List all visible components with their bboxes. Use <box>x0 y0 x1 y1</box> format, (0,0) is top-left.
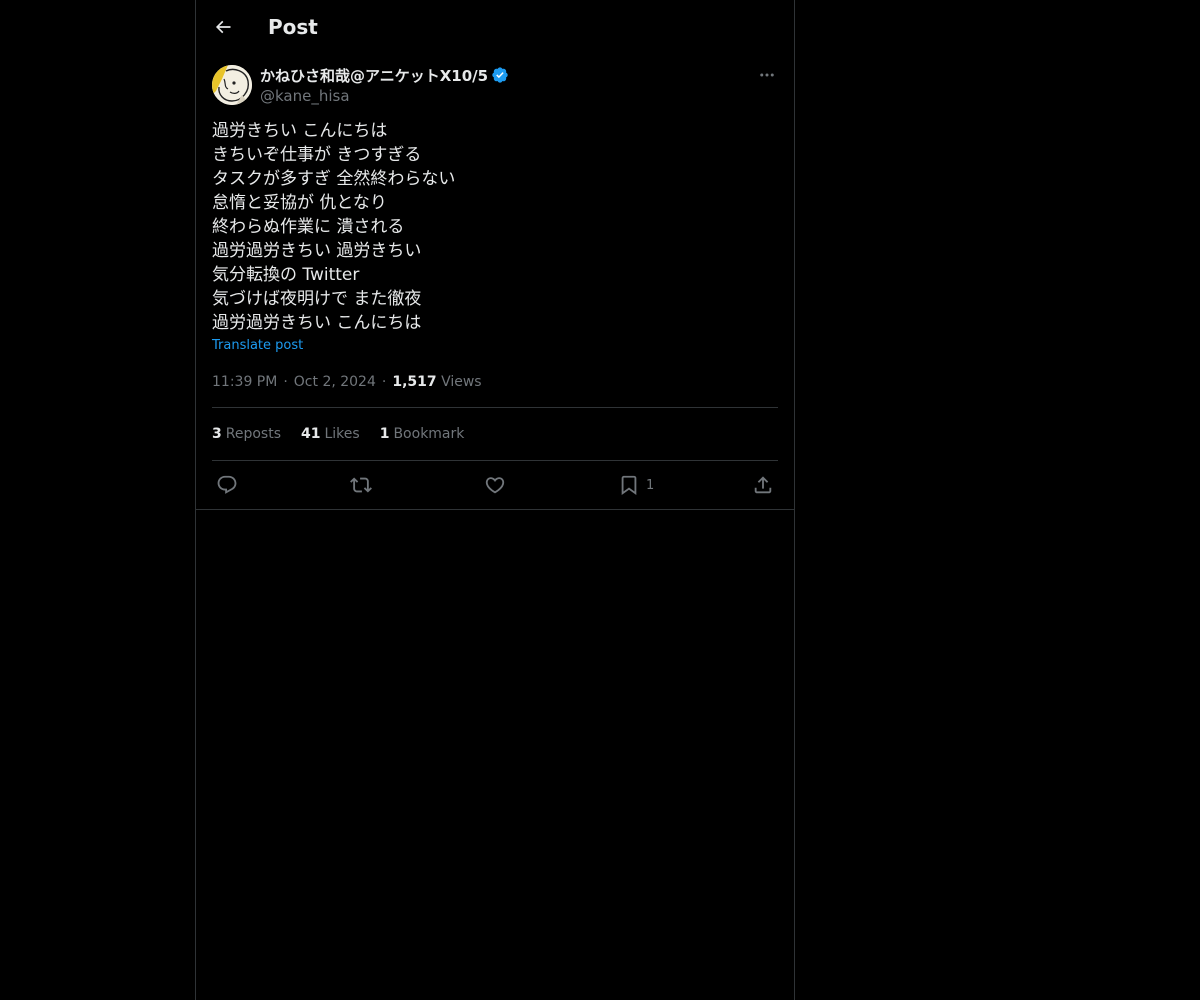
page-title: Post <box>268 15 318 39</box>
post-line: 怠惰と妥協が 仇となり <box>212 193 387 213</box>
share-button[interactable] <box>752 473 774 497</box>
bookmark-icon <box>621 475 637 496</box>
avatar-image <box>212 65 252 105</box>
avatar[interactable] <box>212 65 252 105</box>
like-button[interactable] <box>484 473 506 497</box>
post-line: 気分転換の Twitter <box>212 265 360 285</box>
bookmarks-label: Bookmark <box>393 426 465 442</box>
bookmarks-count: 1 <box>379 426 390 442</box>
meta-separator: · <box>283 374 288 390</box>
post-line: 過労過労きちい 過労きちい <box>212 241 422 261</box>
post-stats: 3 Reposts 41 Likes 1 Bookmark <box>212 408 778 460</box>
action-bar: 1 <box>212 461 778 509</box>
post-line: 気づけば夜明けで また徹夜 <box>212 289 422 309</box>
translate-post-link[interactable]: Translate post <box>212 338 778 354</box>
author-row: かねひさ和哉@アニケットX10/5 @kane_hisa <box>212 64 778 108</box>
views-count: 1,517 <box>392 374 437 390</box>
likes-label: Likes <box>324 426 360 442</box>
post-text: 過労きちい こんにちは きちいぞ仕事が きつすぎる タスクが多すぎ 全然終わらな… <box>212 119 778 335</box>
post-meta: 11:39 PM · Oct 2, 2024 · 1,517 Views <box>212 372 778 392</box>
reposts-count: 3 <box>212 426 222 442</box>
verified-badge-icon[interactable] <box>491 66 509 84</box>
post-line: タスクが多すぎ 全然終わらない <box>212 169 456 189</box>
bookmark-count: 1 <box>646 477 655 493</box>
post-time[interactable]: 11:39 PM <box>212 374 277 390</box>
page-header: Post <box>196 0 794 53</box>
post-line: 過労過労きちい こんにちは <box>212 313 422 333</box>
bookmarks-stat[interactable]: 1 Bookmark <box>380 426 465 442</box>
back-button[interactable] <box>206 10 240 44</box>
author-names: かねひさ和哉@アニケットX10/5 @kane_hisa <box>260 64 509 106</box>
likes-stat[interactable]: 41 Likes <box>301 426 360 442</box>
arrow-left-icon <box>215 20 231 34</box>
reply-button[interactable] <box>216 473 238 497</box>
repost-button[interactable] <box>350 473 372 497</box>
reposts-label: Reposts <box>225 426 281 442</box>
display-name-row: かねひさ和哉@アニケットX10/5 <box>260 64 509 86</box>
post-line: 終わらぬ作業に 潰される <box>212 217 405 237</box>
views-label: Views <box>441 374 482 390</box>
reposts-stat[interactable]: 3 Reposts <box>212 426 281 442</box>
more-options-button[interactable] <box>756 64 778 86</box>
post-date[interactable]: Oct 2, 2024 <box>294 374 376 390</box>
share-icon <box>754 476 772 494</box>
repost-icon <box>350 477 372 493</box>
reply-icon <box>217 475 237 494</box>
author-handle[interactable]: @kane_hisa <box>260 86 509 106</box>
post-line: 過労きちい こんにちは <box>212 121 388 141</box>
post: かねひさ和哉@アニケットX10/5 @kane_hisa 過労きちい こんにちは… <box>212 64 778 509</box>
main-column: Post かねひさ和哉@アニケットX10/5 @kane_hisa 過労きちい … <box>195 0 795 1000</box>
meta-separator: · <box>381 374 387 390</box>
post-bottom-border <box>196 509 794 510</box>
likes-count: 41 <box>301 426 321 442</box>
display-name[interactable]: かねひさ和哉@アニケットX10/5 <box>260 65 488 86</box>
more-icon <box>760 73 774 77</box>
bookmark-button[interactable]: 1 <box>618 473 654 497</box>
post-line: きちいぞ仕事が きつすぎる <box>212 145 422 165</box>
heart-icon <box>485 477 505 494</box>
